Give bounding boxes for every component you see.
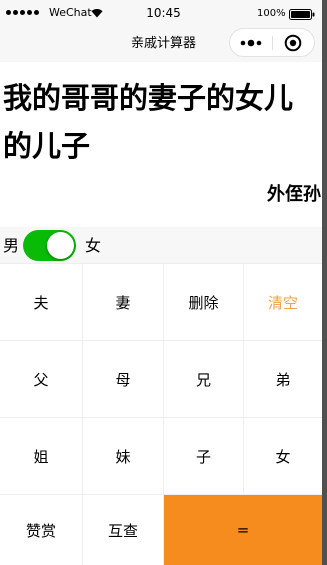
- mini-program-capsule: [229, 28, 315, 57]
- relation-result: 外侄孙: [267, 184, 321, 205]
- screen-edge: [322, 0, 327, 565]
- elder-brother-key[interactable]: 兄: [164, 341, 243, 417]
- status-bar: WeChat 10:45 100%: [0, 0, 327, 26]
- gender-switch[interactable]: [23, 230, 76, 261]
- daughter-key[interactable]: 女: [244, 418, 322, 494]
- younger-sister-key[interactable]: 妹: [83, 418, 163, 494]
- clear-key[interactable]: 清空: [244, 264, 322, 340]
- capsule-divider: [272, 36, 273, 50]
- male-label: 男: [3, 236, 20, 255]
- more-dots-icon[interactable]: [240, 39, 264, 47]
- mother-key[interactable]: 母: [83, 341, 163, 417]
- keypad: 夫妻删除 清空父母兄弟姐妹子女赞赏 互查 =: [0, 263, 327, 565]
- relation-expression: 我的哥哥的妻子的女儿的儿子: [3, 81, 294, 163]
- delete-key[interactable]: 删除: [164, 264, 243, 340]
- gender-toggle-row: 男 女: [0, 227, 327, 263]
- female-label: 女: [85, 236, 102, 255]
- equals-key[interactable]: =: [164, 495, 322, 565]
- younger-brother-key[interactable]: 弟: [244, 341, 322, 417]
- app-frame: WeChat 10:45 100% 亲戚计算器 我的哥哥的妻子的女儿的儿子 外侄…: [0, 0, 327, 565]
- switch-knob: [47, 232, 74, 259]
- father-key[interactable]: 父: [0, 341, 82, 417]
- reverse-lookup-key[interactable]: 互查: [83, 495, 163, 565]
- nav-bar: 亲戚计算器: [0, 26, 327, 62]
- tip-key[interactable]: 赞赏: [0, 495, 82, 565]
- battery-full-icon: [289, 9, 315, 20]
- son-key[interactable]: 子: [164, 418, 243, 494]
- result-display: 我的哥哥的妻子的女儿的儿子 外侄孙: [0, 62, 327, 227]
- husband-key[interactable]: 夫: [0, 264, 82, 340]
- wife-key[interactable]: 妻: [83, 264, 163, 340]
- battery-percent: 100%: [257, 8, 286, 19]
- elder-sister-key[interactable]: 姐: [0, 418, 82, 494]
- target-close-icon[interactable]: [284, 34, 302, 52]
